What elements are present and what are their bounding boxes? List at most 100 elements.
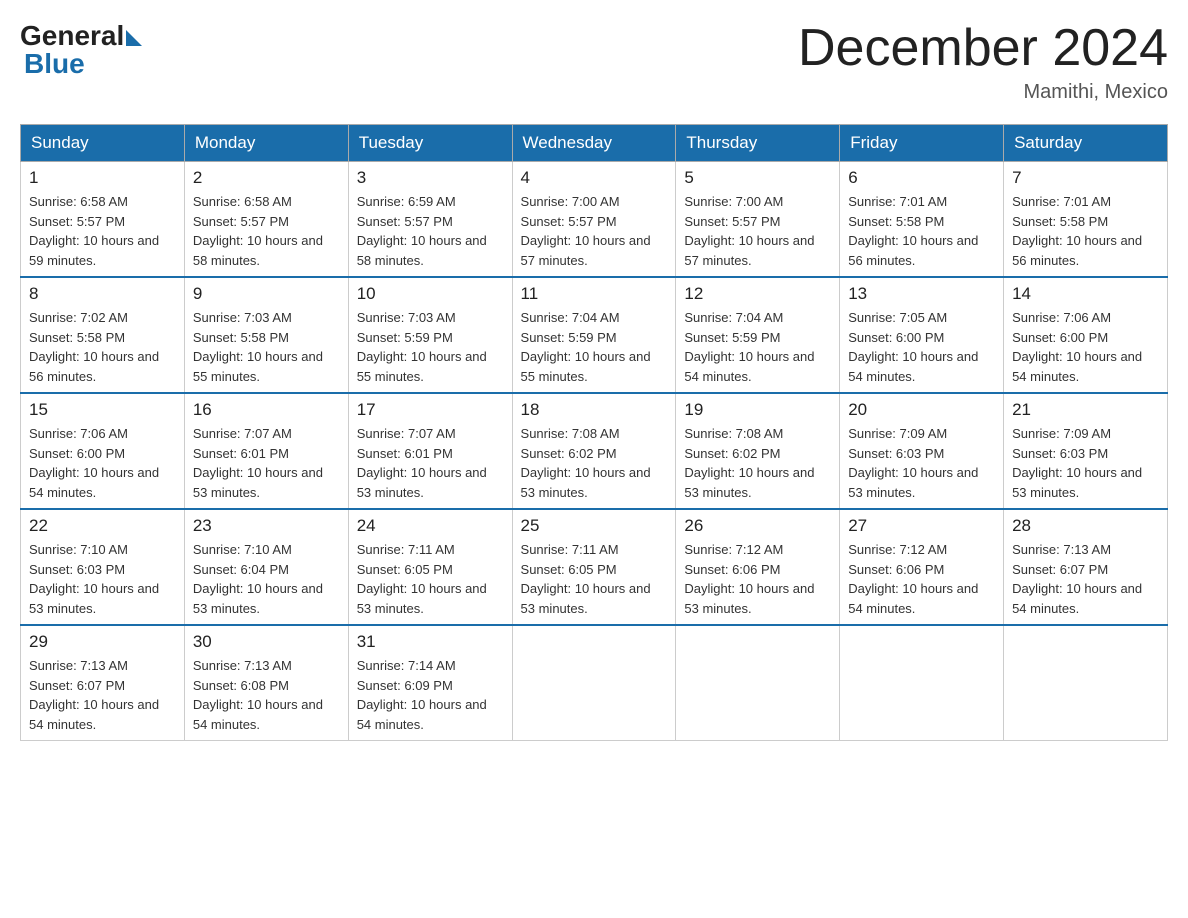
table-row: 24 Sunrise: 7:11 AMSunset: 6:05 PMDaylig…	[348, 509, 512, 625]
table-row: 14 Sunrise: 7:06 AMSunset: 6:00 PMDaylig…	[1004, 277, 1168, 393]
table-row	[676, 625, 840, 741]
day-info: Sunrise: 6:59 AMSunset: 5:57 PMDaylight:…	[357, 192, 504, 270]
day-info: Sunrise: 7:14 AMSunset: 6:09 PMDaylight:…	[357, 656, 504, 734]
table-row: 25 Sunrise: 7:11 AMSunset: 6:05 PMDaylig…	[512, 509, 676, 625]
table-row: 15 Sunrise: 7:06 AMSunset: 6:00 PMDaylig…	[21, 393, 185, 509]
logo: General Blue	[20, 20, 142, 80]
day-info: Sunrise: 7:01 AMSunset: 5:58 PMDaylight:…	[848, 192, 995, 270]
day-number: 22	[29, 516, 176, 536]
table-row: 30 Sunrise: 7:13 AMSunset: 6:08 PMDaylig…	[184, 625, 348, 741]
day-number: 23	[193, 516, 340, 536]
table-row: 19 Sunrise: 7:08 AMSunset: 6:02 PMDaylig…	[676, 393, 840, 509]
day-info: Sunrise: 7:01 AMSunset: 5:58 PMDaylight:…	[1012, 192, 1159, 270]
calendar-week-row: 15 Sunrise: 7:06 AMSunset: 6:00 PMDaylig…	[21, 393, 1168, 509]
table-row: 11 Sunrise: 7:04 AMSunset: 5:59 PMDaylig…	[512, 277, 676, 393]
day-info: Sunrise: 7:00 AMSunset: 5:57 PMDaylight:…	[684, 192, 831, 270]
table-row: 2 Sunrise: 6:58 AMSunset: 5:57 PMDayligh…	[184, 162, 348, 278]
table-row	[1004, 625, 1168, 741]
day-number: 25	[521, 516, 668, 536]
day-info: Sunrise: 7:13 AMSunset: 6:07 PMDaylight:…	[1012, 540, 1159, 618]
table-row: 5 Sunrise: 7:00 AMSunset: 5:57 PMDayligh…	[676, 162, 840, 278]
table-row: 26 Sunrise: 7:12 AMSunset: 6:06 PMDaylig…	[676, 509, 840, 625]
day-info: Sunrise: 7:00 AMSunset: 5:57 PMDaylight:…	[521, 192, 668, 270]
header-wednesday: Wednesday	[512, 125, 676, 162]
day-info: Sunrise: 7:11 AMSunset: 6:05 PMDaylight:…	[521, 540, 668, 618]
header-thursday: Thursday	[676, 125, 840, 162]
day-info: Sunrise: 7:04 AMSunset: 5:59 PMDaylight:…	[684, 308, 831, 386]
table-row	[512, 625, 676, 741]
day-number: 3	[357, 168, 504, 188]
header-friday: Friday	[840, 125, 1004, 162]
day-number: 26	[684, 516, 831, 536]
table-row: 27 Sunrise: 7:12 AMSunset: 6:06 PMDaylig…	[840, 509, 1004, 625]
table-row: 8 Sunrise: 7:02 AMSunset: 5:58 PMDayligh…	[21, 277, 185, 393]
table-row: 18 Sunrise: 7:08 AMSunset: 6:02 PMDaylig…	[512, 393, 676, 509]
day-number: 9	[193, 284, 340, 304]
month-title: December 2024	[798, 20, 1168, 77]
table-row: 29 Sunrise: 7:13 AMSunset: 6:07 PMDaylig…	[21, 625, 185, 741]
day-info: Sunrise: 7:02 AMSunset: 5:58 PMDaylight:…	[29, 308, 176, 386]
day-number: 18	[521, 400, 668, 420]
calendar-week-row: 1 Sunrise: 6:58 AMSunset: 5:57 PMDayligh…	[21, 162, 1168, 278]
table-row: 20 Sunrise: 7:09 AMSunset: 6:03 PMDaylig…	[840, 393, 1004, 509]
day-info: Sunrise: 7:13 AMSunset: 6:07 PMDaylight:…	[29, 656, 176, 734]
day-info: Sunrise: 7:11 AMSunset: 6:05 PMDaylight:…	[357, 540, 504, 618]
table-row: 28 Sunrise: 7:13 AMSunset: 6:07 PMDaylig…	[1004, 509, 1168, 625]
logo-arrow-icon	[126, 30, 142, 46]
day-info: Sunrise: 7:12 AMSunset: 6:06 PMDaylight:…	[848, 540, 995, 618]
table-row: 4 Sunrise: 7:00 AMSunset: 5:57 PMDayligh…	[512, 162, 676, 278]
day-number: 24	[357, 516, 504, 536]
table-row	[840, 625, 1004, 741]
day-info: Sunrise: 7:10 AMSunset: 6:04 PMDaylight:…	[193, 540, 340, 618]
day-info: Sunrise: 7:10 AMSunset: 6:03 PMDaylight:…	[29, 540, 176, 618]
day-info: Sunrise: 7:09 AMSunset: 6:03 PMDaylight:…	[1012, 424, 1159, 502]
day-info: Sunrise: 7:03 AMSunset: 5:59 PMDaylight:…	[357, 308, 504, 386]
day-number: 12	[684, 284, 831, 304]
day-number: 7	[1012, 168, 1159, 188]
day-number: 17	[357, 400, 504, 420]
table-row: 12 Sunrise: 7:04 AMSunset: 5:59 PMDaylig…	[676, 277, 840, 393]
weekday-header-row: Sunday Monday Tuesday Wednesday Thursday…	[21, 125, 1168, 162]
day-info: Sunrise: 7:05 AMSunset: 6:00 PMDaylight:…	[848, 308, 995, 386]
table-row: 16 Sunrise: 7:07 AMSunset: 6:01 PMDaylig…	[184, 393, 348, 509]
calendar-week-row: 22 Sunrise: 7:10 AMSunset: 6:03 PMDaylig…	[21, 509, 1168, 625]
day-info: Sunrise: 7:08 AMSunset: 6:02 PMDaylight:…	[521, 424, 668, 502]
table-row: 10 Sunrise: 7:03 AMSunset: 5:59 PMDaylig…	[348, 277, 512, 393]
day-info: Sunrise: 7:06 AMSunset: 6:00 PMDaylight:…	[29, 424, 176, 502]
day-number: 16	[193, 400, 340, 420]
day-number: 8	[29, 284, 176, 304]
day-number: 30	[193, 632, 340, 652]
table-row: 21 Sunrise: 7:09 AMSunset: 6:03 PMDaylig…	[1004, 393, 1168, 509]
location-text: Mamithi, Mexico	[798, 81, 1168, 104]
header-saturday: Saturday	[1004, 125, 1168, 162]
day-number: 29	[29, 632, 176, 652]
day-info: Sunrise: 7:06 AMSunset: 6:00 PMDaylight:…	[1012, 308, 1159, 386]
day-number: 6	[848, 168, 995, 188]
table-row: 9 Sunrise: 7:03 AMSunset: 5:58 PMDayligh…	[184, 277, 348, 393]
table-row: 7 Sunrise: 7:01 AMSunset: 5:58 PMDayligh…	[1004, 162, 1168, 278]
header-tuesday: Tuesday	[348, 125, 512, 162]
table-row: 17 Sunrise: 7:07 AMSunset: 6:01 PMDaylig…	[348, 393, 512, 509]
day-info: Sunrise: 7:09 AMSunset: 6:03 PMDaylight:…	[848, 424, 995, 502]
day-number: 1	[29, 168, 176, 188]
day-info: Sunrise: 7:07 AMSunset: 6:01 PMDaylight:…	[357, 424, 504, 502]
calendar-table: Sunday Monday Tuesday Wednesday Thursday…	[20, 124, 1168, 741]
day-number: 2	[193, 168, 340, 188]
day-info: Sunrise: 7:12 AMSunset: 6:06 PMDaylight:…	[684, 540, 831, 618]
day-number: 10	[357, 284, 504, 304]
day-number: 28	[1012, 516, 1159, 536]
day-info: Sunrise: 7:04 AMSunset: 5:59 PMDaylight:…	[521, 308, 668, 386]
table-row: 1 Sunrise: 6:58 AMSunset: 5:57 PMDayligh…	[21, 162, 185, 278]
day-info: Sunrise: 7:08 AMSunset: 6:02 PMDaylight:…	[684, 424, 831, 502]
table-row: 31 Sunrise: 7:14 AMSunset: 6:09 PMDaylig…	[348, 625, 512, 741]
day-number: 21	[1012, 400, 1159, 420]
day-info: Sunrise: 6:58 AMSunset: 5:57 PMDaylight:…	[193, 192, 340, 270]
day-number: 13	[848, 284, 995, 304]
day-info: Sunrise: 7:13 AMSunset: 6:08 PMDaylight:…	[193, 656, 340, 734]
day-number: 5	[684, 168, 831, 188]
table-row: 23 Sunrise: 7:10 AMSunset: 6:04 PMDaylig…	[184, 509, 348, 625]
header-sunday: Sunday	[21, 125, 185, 162]
day-number: 14	[1012, 284, 1159, 304]
title-block: December 2024 Mamithi, Mexico	[798, 20, 1168, 104]
day-number: 20	[848, 400, 995, 420]
